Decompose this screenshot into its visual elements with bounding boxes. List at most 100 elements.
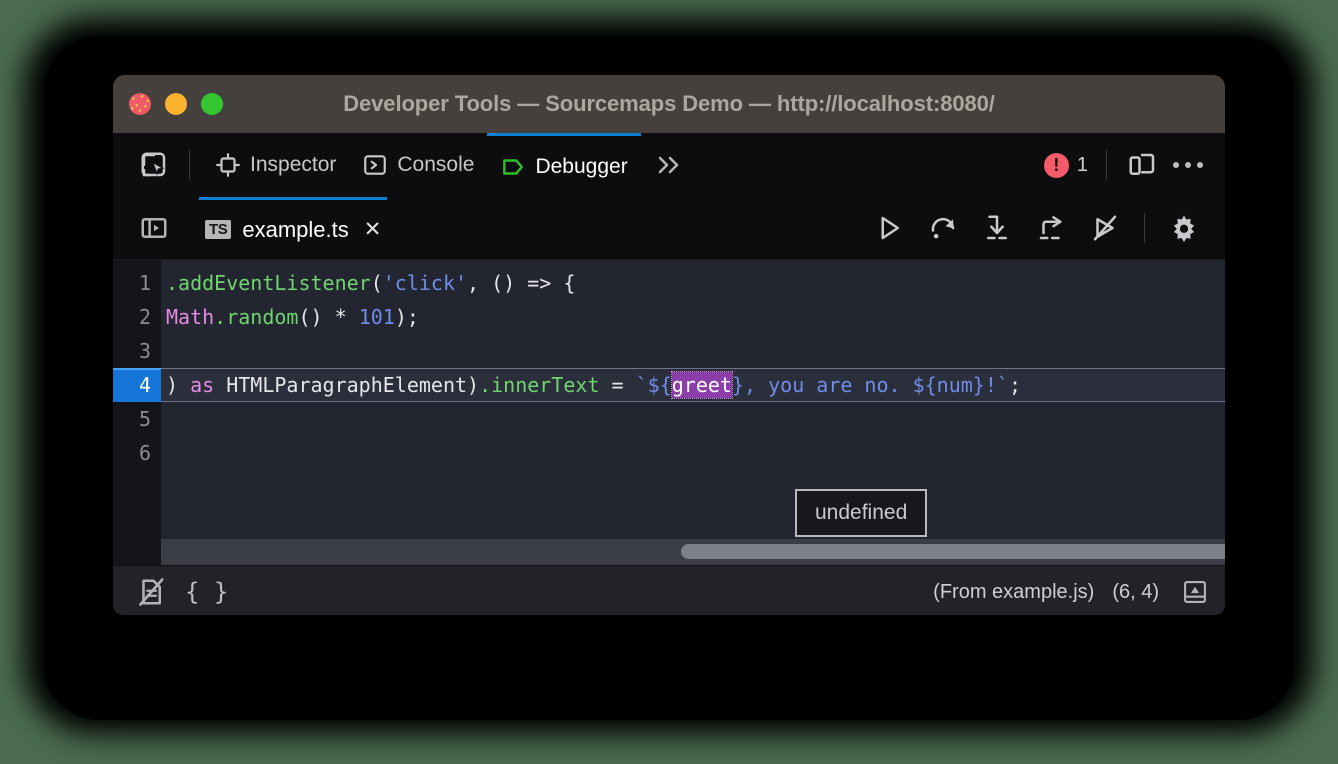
debugger-tag-icon — [500, 154, 526, 180]
code-line[interactable] — [161, 436, 1225, 470]
window-title: Developer Tools — Sourcemaps Demo — http… — [113, 91, 1225, 117]
minimize-window-button[interactable] — [165, 93, 187, 115]
responsive-design-mode-icon — [1127, 150, 1157, 180]
inspector-icon — [215, 152, 241, 178]
maximize-window-button[interactable] — [201, 93, 223, 115]
code-token: HTMLParagraphElement) — [214, 373, 479, 397]
sourcemap-disabled-icon — [136, 577, 166, 607]
line-number[interactable]: 3 — [113, 334, 161, 368]
debugger-settings-button[interactable] — [1157, 205, 1211, 251]
error-count-label: 1 — [1077, 154, 1088, 177]
line-number-current[interactable]: 4 — [113, 368, 161, 402]
code-editor[interactable]: 1 2 3 4 5 6 .addEventListener('click', (… — [113, 260, 1225, 565]
toggle-sources-pane-icon — [139, 213, 169, 243]
resume-button[interactable] — [862, 205, 916, 251]
highlighted-token: greet — [672, 372, 732, 398]
responsive-design-mode-button[interactable] — [1119, 142, 1165, 188]
close-window-button[interactable] — [129, 93, 151, 115]
toolbar-divider-right — [1106, 150, 1107, 180]
toggle-split-console-button[interactable] — [1177, 575, 1213, 609]
code-token: = — [600, 373, 636, 397]
code-token: .addEventListener — [166, 271, 371, 295]
tab-debugger[interactable]: Debugger — [487, 133, 640, 197]
code-line[interactable] — [161, 334, 1225, 368]
horizontal-scrollbar-track[interactable] — [161, 539, 1225, 565]
code-content[interactable]: .addEventListener('click', () => { Math.… — [161, 260, 1225, 565]
sourcemap-toggle-button[interactable] — [129, 572, 173, 612]
element-picker-button[interactable] — [131, 142, 177, 188]
code-line[interactable]: Math.random() * 101); — [161, 300, 1225, 334]
file-tab-label: example.ts — [242, 217, 348, 243]
code-token: () * — [298, 305, 358, 329]
code-line-current[interactable]: ) as HTMLParagraphElement).innerText = `… — [161, 368, 1225, 402]
tab-inspector-label: Inspector — [250, 153, 336, 177]
console-icon — [362, 152, 388, 178]
code-line[interactable] — [161, 402, 1225, 436]
toggle-split-console-icon — [1181, 578, 1209, 606]
toolbar-divider — [189, 150, 190, 180]
devtools-toolbar: Inspector Console — [113, 133, 1225, 197]
line-number[interactable]: 1 — [113, 266, 161, 300]
pretty-print-button[interactable]: { } — [185, 578, 228, 606]
skip-pausing-button[interactable] — [1078, 205, 1132, 251]
step-in-icon — [982, 213, 1012, 243]
tab-debugger-label: Debugger — [535, 155, 627, 179]
code-token: as — [190, 373, 214, 397]
gear-icon — [1168, 212, 1200, 244]
code-line[interactable]: .addEventListener('click', () => { — [161, 266, 1225, 300]
line-number-gutter[interactable]: 1 2 3 4 5 6 — [113, 260, 161, 565]
step-in-button[interactable] — [970, 205, 1024, 251]
chevron-double-right-icon — [653, 151, 685, 179]
more-options-button[interactable] — [1165, 162, 1211, 168]
step-out-icon — [1036, 213, 1066, 243]
line-number[interactable]: 2 — [113, 300, 161, 334]
traffic-lights — [129, 93, 223, 115]
more-options-icon — [1173, 162, 1179, 168]
typescript-badge: TS — [205, 220, 231, 240]
close-icon[interactable]: ✕ — [364, 219, 382, 240]
code-token: ; — [1009, 373, 1021, 397]
code-token: , () => { — [467, 271, 575, 295]
deactivate-breakpoints-icon — [1090, 213, 1120, 243]
origin-label: (From example.js) — [933, 581, 1094, 604]
screenshot-stage: Developer Tools — Sourcemaps Demo — http… — [0, 0, 1338, 764]
status-bar-right: (From example.js) (6, 4) — [933, 575, 1213, 609]
tab-console-label: Console — [397, 153, 474, 177]
toolbar-left-group: Inspector Console — [131, 133, 697, 197]
step-over-icon — [928, 213, 958, 243]
line-number[interactable]: 6 — [113, 436, 161, 470]
more-options-icon — [1185, 162, 1191, 168]
cursor-position-label: (6, 4) — [1112, 581, 1159, 604]
code-token: ); — [395, 305, 419, 329]
code-token: 'click' — [383, 271, 467, 295]
code-token: `${ — [636, 373, 672, 397]
file-tab-example-ts[interactable]: TS example.ts ✕ — [199, 197, 387, 259]
toggle-sources-pane-button[interactable] — [131, 205, 177, 251]
line-number[interactable]: 5 — [113, 402, 161, 436]
toolbar-right-group: ! 1 — [1038, 133, 1211, 197]
code-token: ) — [166, 373, 190, 397]
step-out-button[interactable] — [1024, 205, 1078, 251]
devtools-window: Developer Tools — Sourcemaps Demo — http… — [113, 75, 1225, 615]
toolbar-overflow-button[interactable] — [641, 133, 697, 197]
element-picker-icon — [139, 150, 169, 180]
code-token: 101 — [359, 305, 395, 329]
more-options-icon — [1197, 162, 1203, 168]
tab-inspector[interactable]: Inspector — [202, 133, 349, 197]
tab-console[interactable]: Console — [349, 133, 487, 197]
step-over-button[interactable] — [916, 205, 970, 251]
code-token: ( — [371, 271, 383, 295]
error-count-button[interactable]: ! 1 — [1038, 153, 1094, 178]
play-resume-icon — [874, 213, 904, 243]
source-tab-bar: TS example.ts ✕ — [113, 197, 1225, 260]
debug-controls-divider — [1144, 213, 1145, 243]
code-token: .innerText — [479, 373, 599, 397]
value-tooltip: undefined — [795, 489, 927, 537]
editor-status-bar: { } (From example.js) (6, 4) — [113, 565, 1225, 615]
title-bar: Developer Tools — Sourcemaps Demo — http… — [113, 75, 1225, 133]
error-icon: ! — [1044, 153, 1069, 178]
code-token: }, you are no. ${num}!` — [732, 373, 1009, 397]
horizontal-scrollbar-thumb[interactable] — [681, 544, 1225, 559]
code-token: Math — [166, 305, 214, 329]
code-token: .random — [214, 305, 298, 329]
